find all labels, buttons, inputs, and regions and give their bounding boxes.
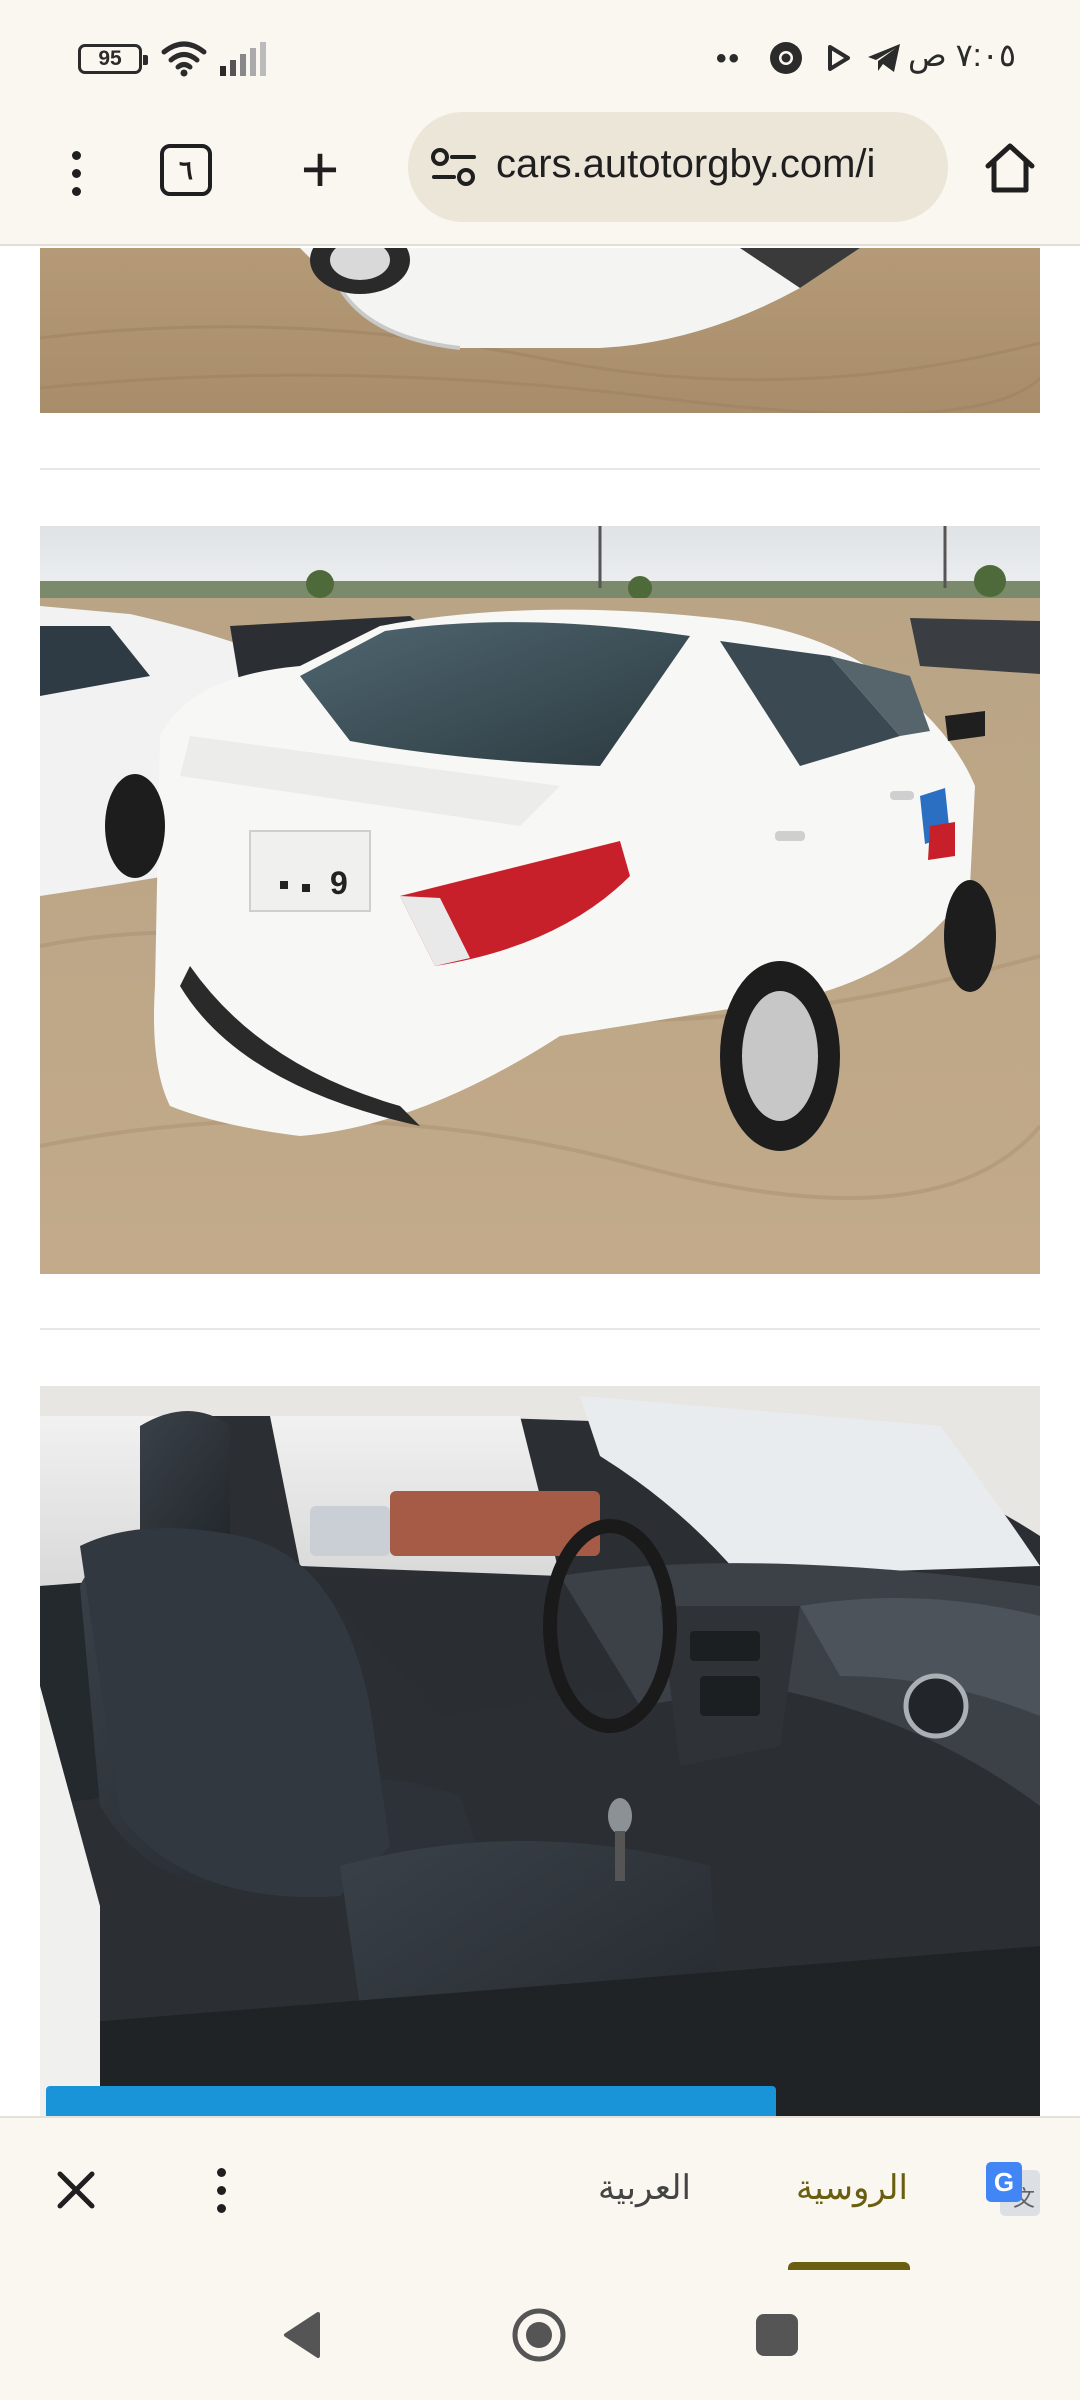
car-photo-interior-image (40, 1386, 1040, 2116)
photo-divider (40, 1328, 1040, 1330)
close-icon[interactable] (52, 2166, 100, 2214)
photo-divider (40, 468, 1040, 470)
status-bar: 95 •• ٧:٠٥ ص (0, 0, 1080, 110)
home-icon[interactable] (510, 2306, 568, 2364)
google-translate-icon[interactable]: 文 G (982, 2158, 1046, 2222)
notification-overflow: •• (716, 42, 742, 75)
new-tab-button[interactable]: + (290, 134, 350, 204)
clock: ٧:٠٥ ص (908, 37, 1017, 73)
back-icon[interactable] (280, 2310, 324, 2360)
recents-icon[interactable] (756, 2314, 798, 2356)
site-settings-icon[interactable] (430, 146, 478, 188)
language-option-russian[interactable]: الروسية (796, 2168, 908, 2208)
ad-banner[interactable] (46, 2086, 776, 2116)
wifi-icon (161, 41, 207, 77)
play-icon (828, 45, 850, 71)
home-icon[interactable] (982, 140, 1038, 196)
url-text: cars.autotorgby.com/i (496, 142, 876, 186)
telegram-icon (868, 44, 900, 72)
battery-level: 95 (98, 47, 122, 70)
page-content: 9 (0, 248, 1080, 2116)
system-nav-bar (0, 2270, 1080, 2400)
car-photo-interior[interactable] (40, 1386, 1040, 2116)
tabs-button[interactable]: ٦ (160, 144, 212, 196)
svg-text:G: G (994, 2167, 1014, 2197)
screen: 95 •• ٧:٠٥ ص ٦ + cars.autotorgby.com/i 9… (0, 0, 1080, 2400)
menu-icon[interactable] (56, 140, 96, 206)
address-bar[interactable]: cars.autotorgby.com/i (408, 112, 948, 222)
signal-icon (220, 42, 266, 76)
translate-bar: العربية الروسية 文 G (0, 2116, 1080, 2272)
car-photo-rear[interactable]: 9 (40, 526, 1040, 1274)
menu-icon[interactable] (206, 2162, 236, 2218)
chrome-icon (770, 42, 802, 74)
language-option-arabic[interactable]: العربية (598, 2168, 691, 2208)
svg-text:9: 9 (330, 865, 348, 901)
tab-count: ٦ (179, 154, 193, 185)
car-photo-front[interactable] (40, 248, 1040, 413)
browser-toolbar: ٦ + cars.autotorgby.com/i (0, 110, 1080, 246)
car-photo-rear-image: 9 (40, 526, 1040, 1274)
car-photo-front-image (40, 248, 1040, 413)
battery-icon: 95 (78, 44, 148, 74)
